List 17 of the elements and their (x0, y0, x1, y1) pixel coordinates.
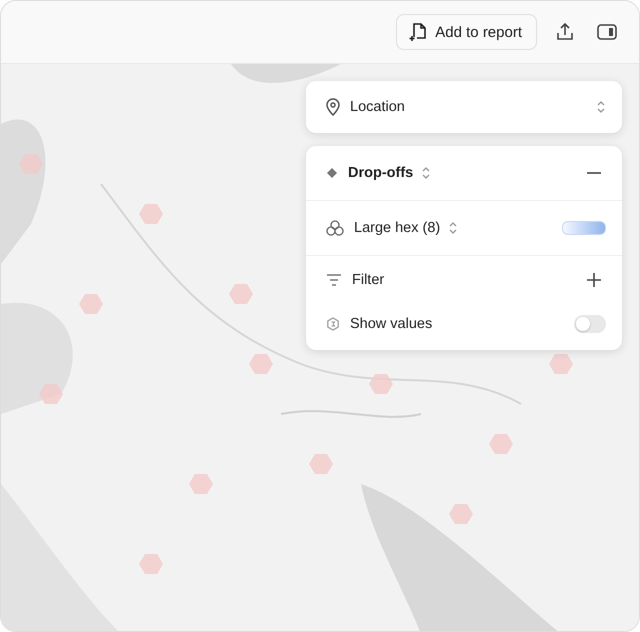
aggregation-select[interactable]: Large hex (8) (354, 220, 458, 236)
layer-select[interactable]: Drop-offs (348, 165, 432, 181)
color-scale-legend (562, 221, 606, 235)
diamond-icon (326, 167, 338, 179)
add-to-report-button[interactable]: Add to report (396, 14, 537, 50)
show-values-label: Show values (350, 316, 432, 332)
hexagons-icon (326, 220, 344, 236)
document-plus-icon (409, 22, 428, 42)
chevron-updown-icon (421, 166, 432, 180)
filter-label: Filter (352, 272, 384, 288)
chevron-updown-icon (596, 100, 606, 114)
chevron-updown-icon (448, 221, 458, 235)
show-values-toggle[interactable] (574, 315, 606, 333)
filter-icon (326, 274, 342, 286)
location-pin-icon (326, 98, 340, 116)
location-select[interactable]: Location (350, 99, 405, 115)
hexagon-icon (326, 317, 340, 331)
